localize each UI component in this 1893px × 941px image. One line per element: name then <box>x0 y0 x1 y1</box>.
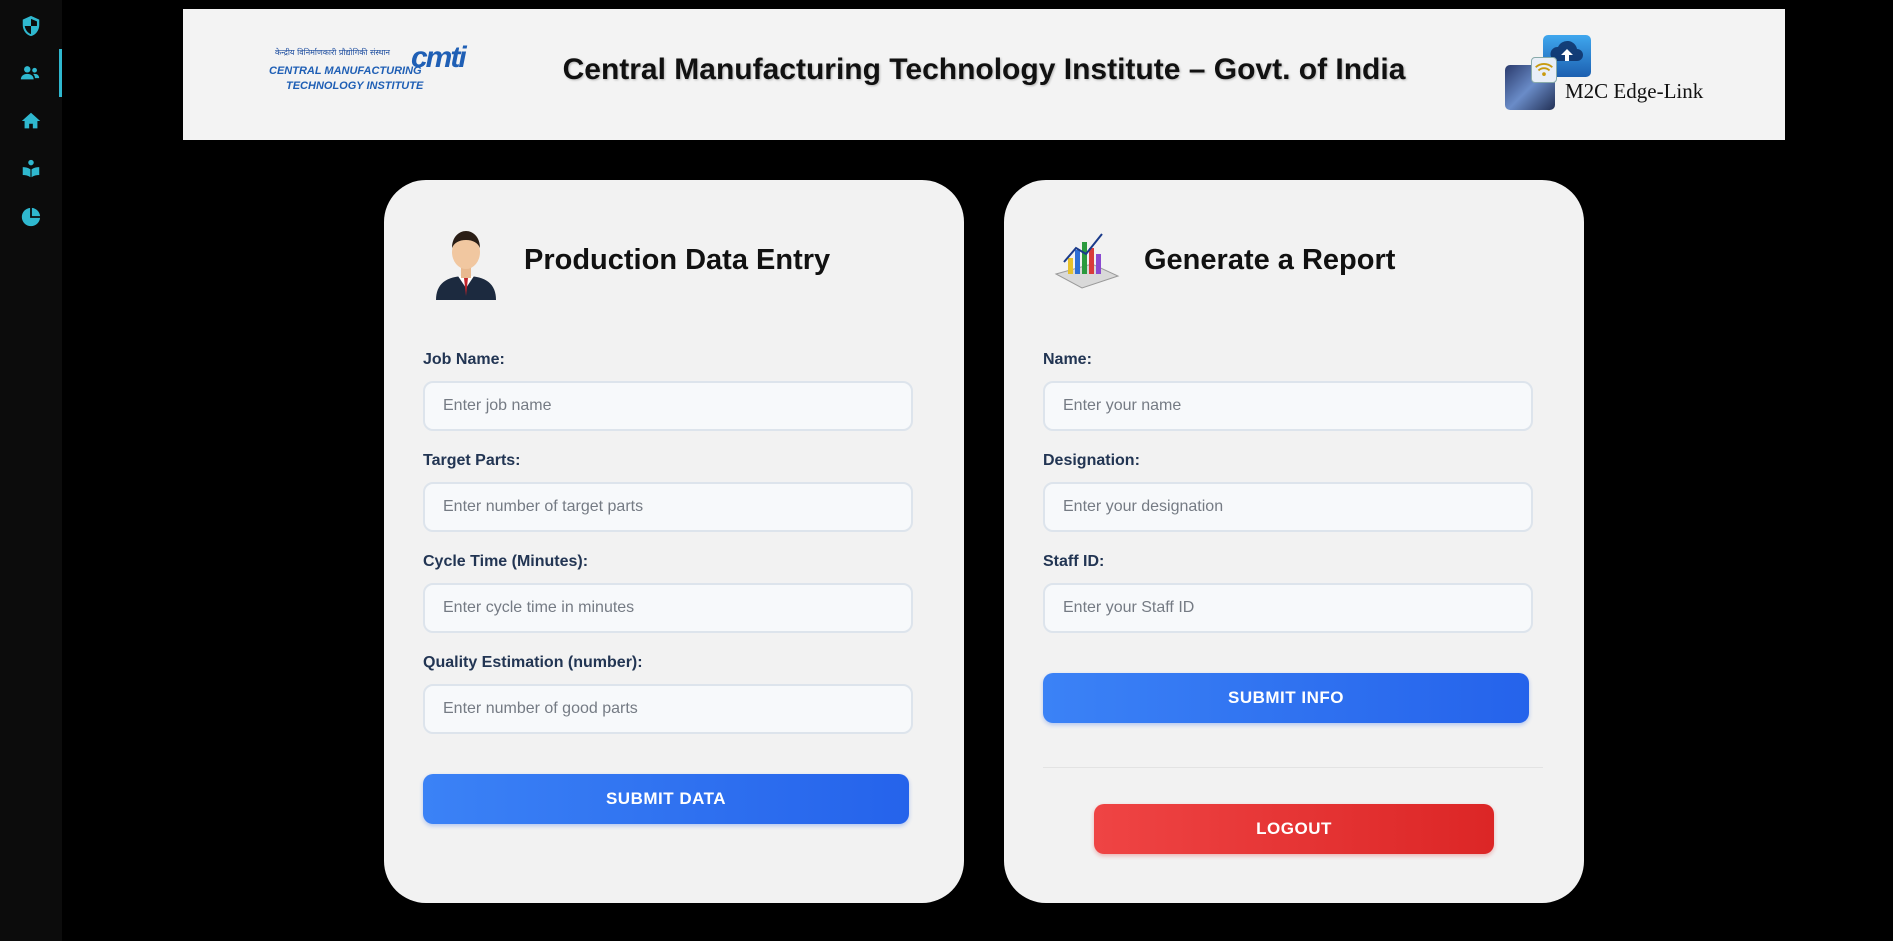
businessman-icon <box>432 222 500 300</box>
sidebar-item-security[interactable] <box>0 2 62 50</box>
production-data-card: Production Data Entry Job Name: Target P… <box>384 180 964 903</box>
target-parts-label: Target Parts: <box>423 452 521 469</box>
wifi-icon <box>1531 57 1557 83</box>
shield-icon <box>22 15 40 37</box>
m2c-logo-text: M2C Edge-Link <box>1565 79 1704 103</box>
production-card-title: Production Data Entry <box>524 244 831 276</box>
logout-button[interactable]: LOGOUT <box>1094 804 1494 854</box>
header-banner: केन्द्रीय विनिर्माणकारी प्रौद्योगिकी संस… <box>183 9 1785 140</box>
report-card-title: Generate a Report <box>1144 244 1396 276</box>
submit-info-button[interactable]: SUBMIT INFO <box>1043 673 1529 723</box>
cycle-time-input[interactable] <box>423 583 913 633</box>
users-icon <box>20 66 39 80</box>
book-reader-icon <box>22 159 40 178</box>
home-icon <box>21 112 41 129</box>
section-divider <box>1043 767 1543 768</box>
sidebar <box>0 0 62 941</box>
report-card: Generate a Report Name: Designation: Sta… <box>1004 180 1584 903</box>
sidebar-item-analytics[interactable] <box>0 193 62 241</box>
report-chart-icon <box>1052 222 1120 300</box>
staff-id-input[interactable] <box>1043 583 1533 633</box>
name-label: Name: <box>1043 351 1092 368</box>
cycle-time-label: Cycle Time (Minutes): <box>423 553 589 570</box>
sidebar-item-learning[interactable] <box>0 145 62 193</box>
quality-estimation-label: Quality Estimation (number): <box>423 654 643 671</box>
staff-id-label: Staff ID: <box>1043 553 1105 570</box>
m2c-edge-link-logo: M2C Edge-Link <box>1505 35 1725 119</box>
target-parts-input[interactable] <box>423 482 913 532</box>
job-name-input[interactable] <box>423 381 913 431</box>
designation-input[interactable] <box>1043 482 1533 532</box>
pie-chart-icon <box>21 207 41 227</box>
sidebar-item-users[interactable] <box>0 49 62 97</box>
designation-label: Designation: <box>1043 452 1140 469</box>
name-input[interactable] <box>1043 381 1533 431</box>
submit-data-button[interactable]: SUBMIT DATA <box>423 774 909 824</box>
quality-estimation-input[interactable] <box>423 684 913 734</box>
sidebar-item-home[interactable] <box>0 97 62 145</box>
job-name-label: Job Name: <box>423 351 505 368</box>
